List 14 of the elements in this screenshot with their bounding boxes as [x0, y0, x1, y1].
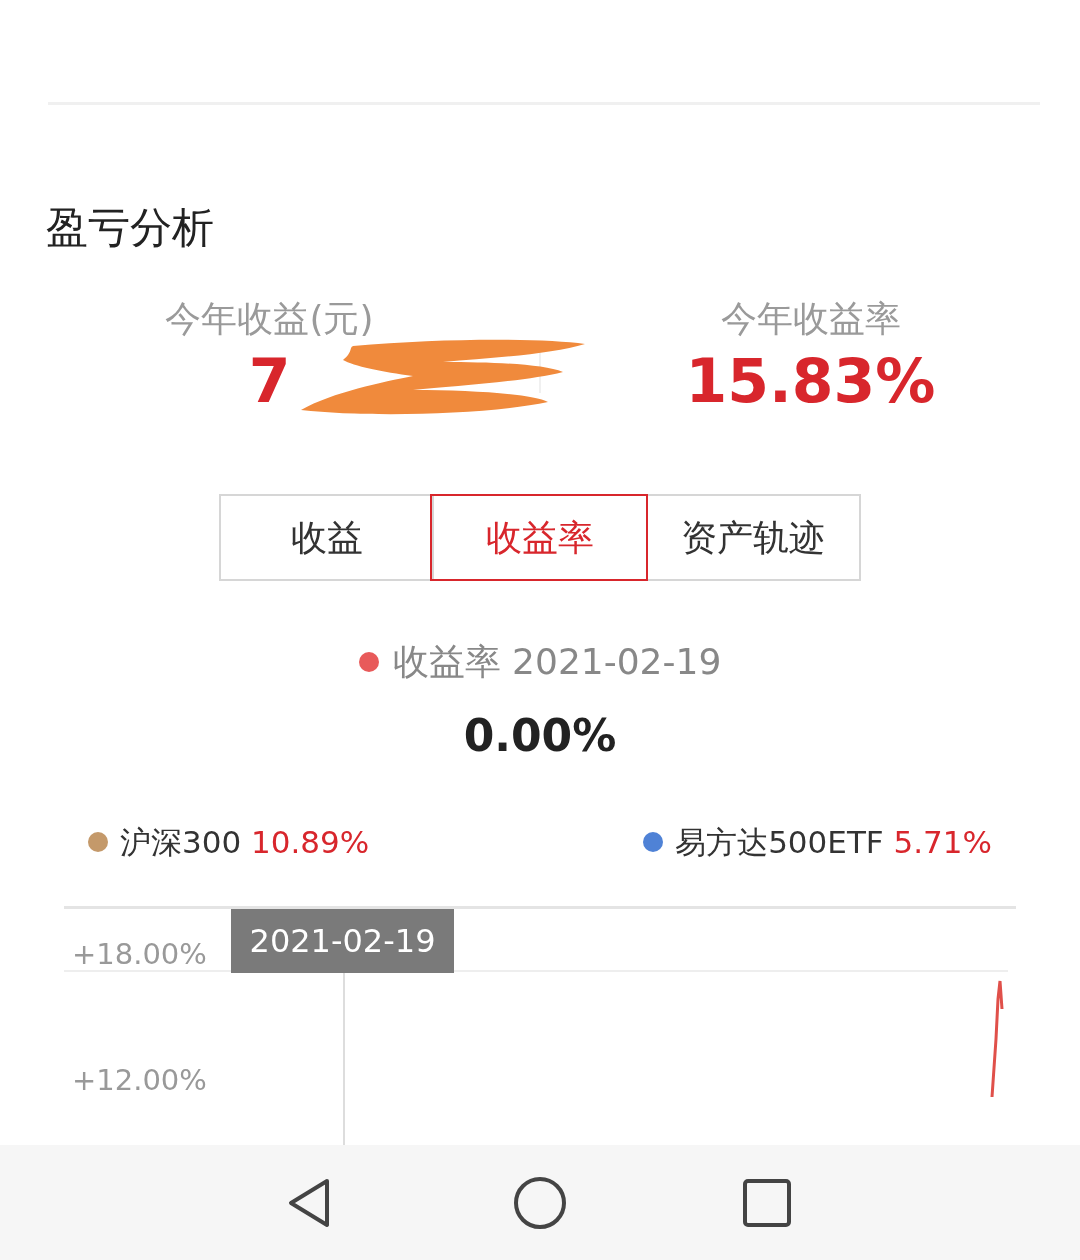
section-title: 盈亏分析 — [46, 207, 215, 249]
axis-label: +18.00% — [72, 935, 207, 973]
series-dot — [358, 652, 379, 673]
stat-label: 今年收益(元) — [165, 297, 374, 341]
selection-label: 收益率 2021-02-19 — [392, 640, 722, 685]
stat-value: 7 — [248, 346, 291, 417]
stat-value: 15.83% — [685, 346, 936, 417]
legend-label: 易方达500ETF 5.71% — [675, 823, 992, 863]
selection-value: 0.00% — [462, 709, 618, 764]
axis-label: +12.00% — [72, 1061, 207, 1099]
legend-label: 沪深300 10.89% — [120, 823, 370, 863]
segment-tab[interactable]: 收益率 — [432, 496, 646, 580]
date-tooltip: 2021-02-19 — [231, 908, 454, 973]
stat-label: 今年收益率 — [720, 297, 901, 341]
